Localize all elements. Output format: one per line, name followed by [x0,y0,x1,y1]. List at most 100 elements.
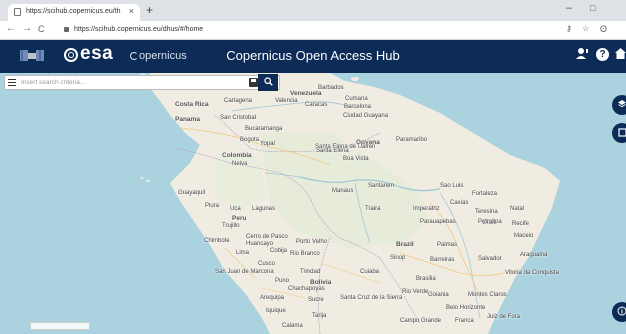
city-label: Santa Elena [316,148,349,154]
city-label: Petrolina [478,219,502,225]
city-label: Manaus [332,188,354,194]
city-label: Tarija [312,313,327,319]
city-label: Fortaleza [472,191,498,197]
country-label: Peru [232,215,247,222]
home-icon[interactable] [615,47,626,63]
forward-icon[interactable]: → [22,23,32,34]
city-label: Cerro de Pasco [246,234,288,240]
city-label: Puno [275,278,290,284]
map-canvas[interactable]: Venezuela Colombia Peru Brazil Bolivia G… [0,73,626,334]
account-icon[interactable]: ʘ [600,24,607,34]
layers-button[interactable] [612,95,626,115]
city-label: Arequipa [260,295,285,301]
reload-icon[interactable]: C [38,24,45,34]
city-label: Porto Velho [296,239,328,245]
search-button[interactable] [258,74,278,91]
app-title: Copernicus Open Access Hub [226,48,400,63]
city-label: Chachapoyas [288,286,325,292]
area-select-button[interactable] [612,123,626,143]
minimize-icon[interactable]: – [566,2,572,14]
map-scale-bar [30,322,90,330]
browser-tabstrip: https://scihub.copernicus.eu/th × + – □ [0,0,626,21]
city-label: Goiania [428,292,449,298]
country-label: Venezuela [290,90,322,97]
city-label: Chimbote [204,238,230,244]
city-label: Sucre [308,297,324,303]
city-label: Rio Verde [402,289,429,295]
city-label: Valencia [275,98,298,104]
city-label: Lagunas [252,206,276,212]
star-icon[interactable]: ☆ [582,24,589,33]
city-label: Vitoria da Conquista [505,270,559,276]
city-label: Trujillo [222,223,240,229]
city-label: Ciudad Guayana [343,113,389,119]
city-label: Franca [455,318,474,324]
city-label: Cusco [258,261,276,267]
menu-icon[interactable] [8,79,16,86]
search-input[interactable] [21,77,241,88]
city-label: Belo Horizonte [446,305,486,311]
city-label: Trindad [300,269,321,275]
maximize-icon[interactable]: □ [590,3,595,13]
city-label: Bucaramanga [245,126,283,132]
key-icon[interactable]: ⚷ [566,24,572,33]
city-label: Barcelona [344,104,372,110]
city-label: Piura [205,203,220,209]
country-label: Bolivia [310,279,332,286]
city-label: San Juan de Marcona [215,269,274,275]
square-icon [617,128,626,137]
city-label: Cuiaba [360,269,380,275]
city-label: Montes Claros [468,292,507,298]
city-label: Campo Grande [400,318,442,324]
address-bar: ← → C https://scihub.copernicus.eu/dhus/… [0,21,626,40]
search-bar [4,75,280,90]
close-tab-icon[interactable]: × [129,6,134,16]
city-label: Cartagena [224,98,253,104]
city-label: Sao Luis [440,183,464,189]
city-label: Parauapebas [420,219,456,225]
map-base-layer [140,73,560,334]
city-label: Traira [365,206,381,212]
city-label: Yopal [260,141,275,147]
city-label: Brasilia [416,276,436,282]
info-icon [617,306,626,316]
city-label: Uca [230,206,241,212]
city-label: Juiz de Fora [487,314,521,320]
save-icon[interactable] [249,78,258,87]
city-label: Iquique [266,308,286,314]
city-label: Recife [512,221,530,227]
country-label: Panama [175,116,200,123]
city-label: Sinop [390,255,406,261]
city-label: Salvador [478,256,502,262]
city-label: Huancayo [246,241,274,247]
user-icon[interactable] [576,47,589,63]
city-label: Boa Vista [343,156,369,162]
city-label: Rio Branco [290,251,320,257]
city-label: Santa Cruz de la Sierra [340,295,403,301]
browser-tab[interactable]: https://scihub.copernicus.eu/th × [8,4,140,21]
back-icon[interactable]: ← [6,23,16,34]
city-label: Natal [510,206,525,212]
country-label: Costa Rica [175,101,209,108]
help-icon[interactable]: ? [596,48,609,61]
info-button[interactable] [612,302,626,322]
lock-icon [64,27,69,32]
city-label: Barreiras [430,257,455,263]
city-label: Caracas [305,102,328,108]
city-label: Bogota [240,137,260,143]
city-label: Cumana [345,96,368,102]
city-label: Santarem [368,183,395,189]
page-icon [14,8,21,16]
new-tab-button[interactable]: + [146,3,153,17]
search-icon [263,77,273,86]
tab-title: https://scihub.copernicus.eu/th [26,8,121,15]
city-label: Imperatriz [413,206,440,212]
url-field[interactable]: https://scihub.copernicus.eu/dhus/#/home [74,26,203,33]
city-label: Maceio [514,233,534,239]
country-label: Brazil [396,241,414,248]
city-label: San Cristobal [220,115,257,121]
country-label: Colombia [222,152,252,159]
city-label: Caxias [450,200,469,206]
city-label: Neiva [232,161,248,167]
city-label: Calama [282,323,303,329]
